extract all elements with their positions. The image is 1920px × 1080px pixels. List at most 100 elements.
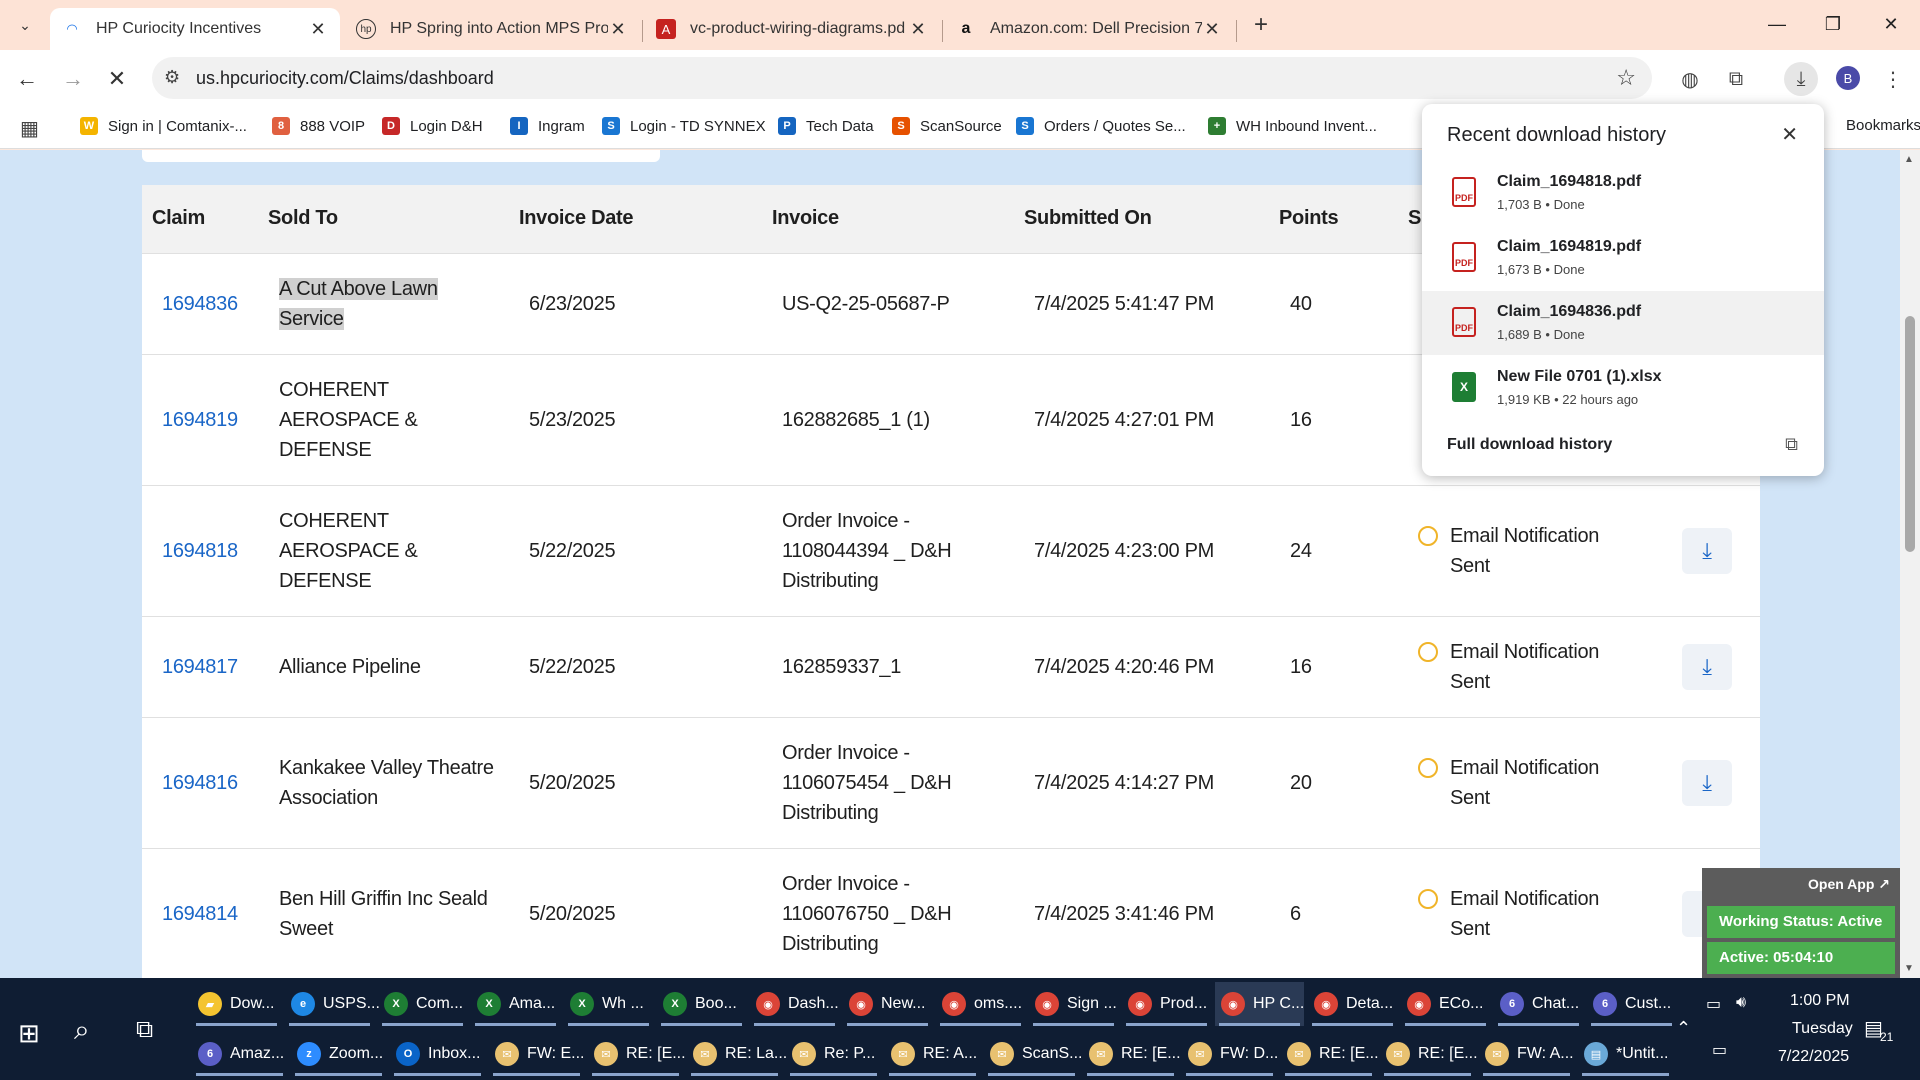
scroll-down-icon[interactable]: ▼ bbox=[1904, 963, 1914, 974]
close-icon[interactable]: ✕ bbox=[608, 19, 628, 40]
download-item[interactable]: X New File 0701 (1).xlsx 1,919 KB • 22 h… bbox=[1422, 356, 1824, 420]
close-icon[interactable]: ✕ bbox=[1202, 19, 1222, 40]
column-header-points[interactable]: Points bbox=[1279, 207, 1339, 230]
column-header-invoice[interactable]: Invoice bbox=[772, 207, 839, 230]
download-claim-button[interactable]: ⤓ bbox=[1682, 644, 1732, 690]
column-header-claim[interactable]: Claim bbox=[152, 207, 205, 230]
taskbar-app[interactable]: z Zoom... bbox=[291, 1032, 386, 1076]
claim-link[interactable]: 1694819 bbox=[162, 405, 238, 435]
bookmark-tech-data[interactable]: P Tech Data bbox=[778, 117, 874, 135]
restore-button[interactable]: ❐ bbox=[1810, 6, 1856, 42]
taskbar-app[interactable]: X Ama... bbox=[471, 982, 560, 1026]
bookmark-td-synnex[interactable]: S Login - TD SYNNEX bbox=[602, 117, 766, 135]
download-item[interactable]: PDF Claim_1694836.pdf 1,689 B • Done bbox=[1422, 291, 1824, 355]
bookmark-888-voip[interactable]: 8 888 VOIP bbox=[272, 117, 365, 135]
claim-link[interactable]: 1694818 bbox=[162, 536, 238, 566]
open-app-link[interactable]: Open App ↗ bbox=[1808, 876, 1890, 893]
taskbar-app[interactable]: ▰ Dow... bbox=[192, 982, 281, 1026]
taskbar-app[interactable]: ✉ FW: E... bbox=[489, 1032, 584, 1076]
profile-avatar[interactable]: B bbox=[1836, 66, 1860, 90]
taskbar-app[interactable]: ◉ Dash... bbox=[750, 982, 839, 1026]
network-icon[interactable]: ▭ bbox=[1712, 1040, 1727, 1060]
taskbar-app[interactable]: 6 Cust... bbox=[1587, 982, 1676, 1026]
page-scrollbar[interactable]: ▲ ▼ bbox=[1900, 150, 1920, 978]
taskbar-app[interactable]: X Com... bbox=[378, 982, 467, 1026]
bookmark-scansource[interactable]: S ScanSource bbox=[892, 117, 1002, 135]
bookmark-orders-quotes[interactable]: S Orders / Quotes Se... bbox=[1016, 117, 1186, 135]
tab-search-button[interactable]: ⌄ bbox=[8, 10, 42, 40]
address-bar[interactable]: ⚙ us.hpcuriocity.com/Claims/dashboard ☆ bbox=[152, 57, 1652, 99]
taskbar-app[interactable]: ✉ ScanS... bbox=[984, 1032, 1082, 1076]
site-info-icon[interactable]: ⚙ bbox=[164, 67, 180, 88]
taskbar-app[interactable]: ✉ RE: A... bbox=[885, 1032, 980, 1076]
taskbar-app[interactable]: ◉ Deta... bbox=[1308, 982, 1397, 1026]
taskbar-app[interactable]: 6 Chat... bbox=[1494, 982, 1583, 1026]
taskbar-app[interactable]: ▤ *Untit... bbox=[1578, 1032, 1673, 1076]
new-tab-button[interactable]: + bbox=[1245, 10, 1277, 40]
column-header-invoice-date[interactable]: Invoice Date bbox=[519, 207, 634, 230]
taskbar-app[interactable]: ✉ RE: [E... bbox=[1380, 1032, 1478, 1076]
taskbar-app[interactable]: ✉ FW: D... bbox=[1182, 1032, 1278, 1076]
download-claim-button[interactable]: ⤓ bbox=[1682, 760, 1732, 806]
taskbar-app[interactable]: ◉ ECo... bbox=[1401, 982, 1490, 1026]
taskbar-app[interactable]: ✉ RE: [E... bbox=[1281, 1032, 1379, 1076]
download-claim-button[interactable]: ⤓ bbox=[1682, 528, 1732, 574]
battery-icon[interactable]: ▭ bbox=[1706, 994, 1721, 1014]
close-icon[interactable]: ✕ bbox=[308, 19, 328, 40]
star-icon[interactable]: ☆ bbox=[1616, 65, 1636, 91]
windows-start-icon[interactable]: ⊞ bbox=[18, 1018, 40, 1049]
taskbar-app[interactable]: X Boo... bbox=[657, 982, 746, 1026]
taskbar-app[interactable]: ◉ Prod... bbox=[1122, 982, 1211, 1026]
clock-date[interactable]: 7/22/2025 bbox=[1778, 1048, 1849, 1066]
back-button[interactable]: ← bbox=[10, 62, 44, 96]
taskbar-app[interactable]: 6 Amaz... bbox=[192, 1032, 287, 1076]
taskbar-app[interactable]: ✉ RE: [E... bbox=[588, 1032, 686, 1076]
full-download-history-link[interactable]: Full download history bbox=[1447, 436, 1612, 454]
taskbar-app[interactable]: ✉ FW: A... bbox=[1479, 1032, 1574, 1076]
minimize-button[interactable]: — bbox=[1754, 6, 1800, 42]
tab-hp-curiocity[interactable]: ◠ HP Curiocity Incentives ✕ bbox=[50, 8, 340, 50]
claim-link[interactable]: 1694814 bbox=[162, 899, 238, 929]
taskbar-app[interactable]: ◉ HP C... bbox=[1215, 982, 1304, 1026]
taskbar-app[interactable]: ✉ Re: P... bbox=[786, 1032, 881, 1076]
stop-button[interactable]: ✕ bbox=[100, 62, 134, 96]
all-bookmarks[interactable]: Bookmarks bbox=[1846, 117, 1920, 134]
column-header-sold-to[interactable]: Sold To bbox=[268, 207, 338, 230]
close-icon[interactable]: ✕ bbox=[1781, 122, 1798, 147]
taskbar-app[interactable]: e USPS... bbox=[285, 982, 380, 1026]
translate-button[interactable]: ◍ bbox=[1673, 62, 1707, 96]
taskbar-app[interactable]: ◉ New... bbox=[843, 982, 932, 1026]
scroll-up-icon[interactable]: ▲ bbox=[1904, 154, 1914, 165]
tab-amazon[interactable]: a Amazon.com: Dell Precision 77 ✕ bbox=[944, 8, 1234, 50]
url-text[interactable]: us.hpcuriocity.com/Claims/dashboard bbox=[196, 68, 494, 89]
claim-link[interactable]: 1694817 bbox=[162, 652, 238, 682]
volume-icon[interactable]: 🔊︎ bbox=[1736, 994, 1746, 1012]
menu-button[interactable]: ⋮ bbox=[1876, 62, 1910, 96]
tab-hp-spring[interactable]: hp HP Spring into Action MPS Pro ✕ bbox=[344, 8, 640, 50]
forward-button[interactable]: → bbox=[56, 62, 90, 96]
taskbar-app[interactable]: ◉ oms.... bbox=[936, 982, 1025, 1026]
column-header-status[interactable]: S bbox=[1408, 207, 1421, 230]
taskbar-app[interactable]: X Wh ... bbox=[564, 982, 653, 1026]
tab-wiring-pdf[interactable]: A vc-product-wiring-diagrams.pd ✕ bbox=[644, 8, 940, 50]
taskbar-app[interactable]: ◉ Sign ... bbox=[1029, 982, 1118, 1026]
bookmark-ingram[interactable]: I Ingram bbox=[510, 117, 585, 135]
taskbar-app[interactable]: ✉ RE: [E... bbox=[1083, 1032, 1181, 1076]
bookmark-wh-inbound[interactable]: + WH Inbound Invent... bbox=[1208, 117, 1377, 135]
download-item[interactable]: PDF Claim_1694819.pdf 1,673 B • Done bbox=[1422, 226, 1824, 290]
bookmark-comtanix[interactable]: W Sign in | Comtanix-... bbox=[80, 117, 247, 135]
column-header-submitted-on[interactable]: Submitted On bbox=[1024, 207, 1152, 230]
apps-grid-icon[interactable]: ▦ bbox=[20, 116, 39, 141]
downloads-button[interactable]: ⤓ bbox=[1784, 62, 1818, 96]
claim-link[interactable]: 1694816 bbox=[162, 768, 238, 798]
taskbar-app[interactable]: O Inbox... bbox=[390, 1032, 485, 1076]
search-icon[interactable]: ⌕ bbox=[74, 1014, 90, 1047]
close-icon[interactable]: ✕ bbox=[908, 19, 928, 40]
scrollbar-thumb[interactable] bbox=[1905, 316, 1915, 552]
open-external-icon[interactable]: ⧉ bbox=[1785, 434, 1798, 455]
close-window-button[interactable]: ✕ bbox=[1868, 6, 1914, 42]
chevron-up-icon[interactable]: ⌃ bbox=[1676, 1018, 1691, 1039]
bookmark-login-dh[interactable]: D Login D&H bbox=[382, 117, 483, 135]
extensions-button[interactable]: ⧉ bbox=[1719, 62, 1753, 96]
claim-link[interactable]: 1694836 bbox=[162, 289, 238, 319]
